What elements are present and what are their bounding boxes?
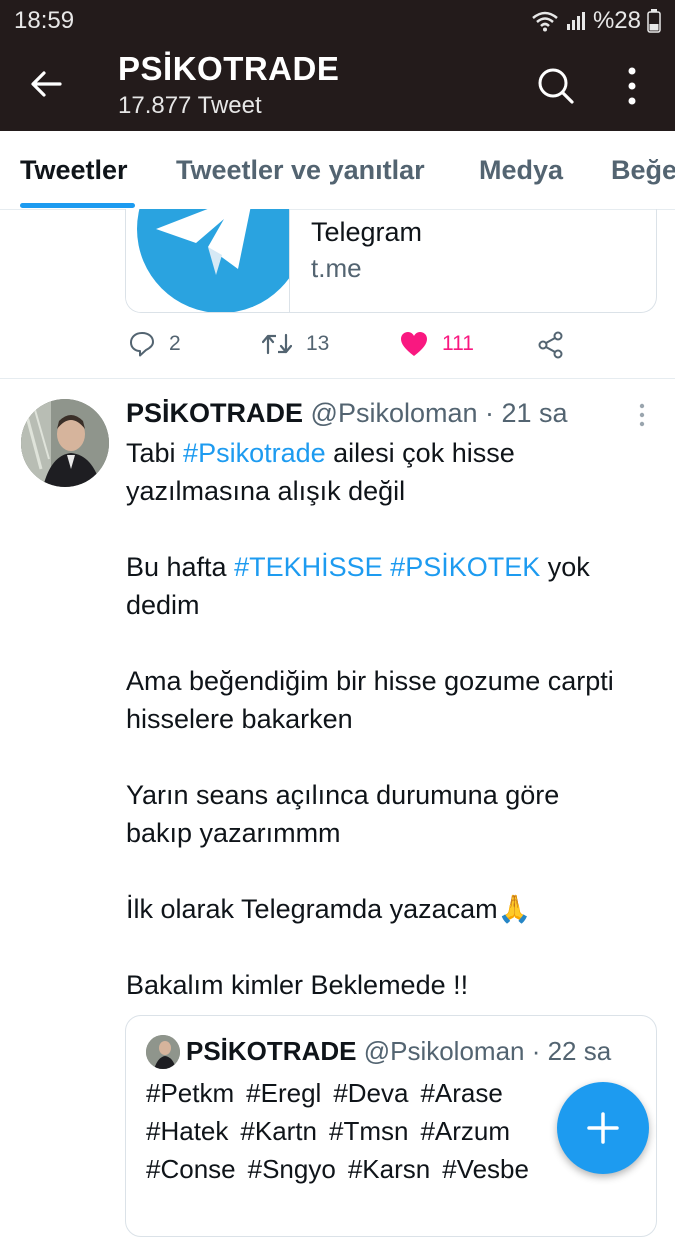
tweet-line: bakıp yazarımmm [126,818,341,848]
more-vert-icon[interactable] [638,403,646,427]
quote-hashtag: #Conse [146,1154,236,1184]
text-span: yok [540,552,590,582]
tweet-header: PSİKOTRADE @Psikoloman · 21 sa [126,398,568,429]
quote-hashtag: #Sngyo [247,1154,336,1184]
text-span: Tabi [126,438,184,468]
text-span: Bu hafta [126,552,235,582]
battery-icon [647,9,661,33]
back-arrow-icon[interactable] [26,64,66,104]
tweet-line: Ama beğendiğim bir hisse gozume carpti [126,666,614,696]
quote-hashtag: #Karsn [347,1154,431,1184]
telegram-logo [126,209,290,312]
tweet-line: Bu hafta #TEKHİSSE #PSİKOTEK yok [126,548,656,586]
quote-avatar [146,1035,180,1069]
hashtag-link[interactable]: #TEKHİSSE [234,552,383,582]
text-span: ailesi çok hisse [325,438,515,468]
tweet-divider [0,378,675,379]
tweet-text: Tabi #Psikotrade ailesi çok hisse yazılm… [126,434,656,1004]
reply-count: 2 [169,332,181,355]
more-vert-icon[interactable] [622,64,642,108]
quote-hashtag: #Arzum [420,1116,511,1146]
reply-icon [130,332,154,357]
page-title: PSİKOTRADE [118,50,340,87]
tweet-line: yazılmasına alışık değil [126,476,406,506]
quote-hashtag: #Deva [333,1078,409,1108]
card-domain: t.me [311,253,362,283]
battery-percent: %28 [592,7,641,34]
quote-hashtag: #Hatek [146,1116,229,1146]
quote-hashtag: #Vesbe [442,1154,529,1184]
quote-author-name: PSİKOTRADE [186,1036,357,1066]
tweet-line: Yarın seans açılınca durumuna göre [126,780,560,810]
share-action[interactable] [537,331,565,359]
tweet-meta: @Psikoloman · 21 sa [310,398,568,428]
status-bar: 18:59 %28 [0,0,675,42]
tweet-line: hisselere bakarken [126,704,353,734]
profile-tabs: Tweetler Tweetler ve yanıtlar Medya Beğe [0,131,675,210]
tweet-actions: 2 13 111 [0,325,675,369]
heart-icon [401,332,427,356]
reply-action[interactable]: 2 [129,331,181,357]
avatar[interactable] [21,399,109,487]
tweet-author-name[interactable]: PSİKOTRADE [126,398,303,428]
card-title: Telegram [311,217,423,247]
tab-media[interactable]: Medya [479,155,563,186]
quote-hashtag: #Petkm [146,1078,235,1108]
like-count: 111 [442,332,474,355]
active-tab-indicator [20,203,135,208]
quote-hashtag: #Tmsn [329,1116,409,1146]
compose-plus-icon [587,1112,619,1144]
tweet-line: Tabi #Psikotrade ailesi çok hisse [126,434,656,472]
tweet-count: 17.877 Tweet [118,92,262,119]
tweet-line: Bakalım kimler Beklemede !! [126,970,469,1000]
profile-header: PSİKOTRADE 17.877 Tweet [0,42,675,131]
wifi-icon [532,11,558,32]
quote-header: PSİKOTRADE @Psikoloman · 22 sa [186,1036,611,1067]
tab-tweets[interactable]: Tweetler [20,155,128,186]
share-icon [538,331,563,359]
status-time: 18:59 [14,7,75,34]
quote-hashtag: #Arase [420,1078,503,1108]
signal-icon [566,12,585,30]
tweet-line: İlk olarak Telegramda yazacam🙏 [126,894,532,924]
search-icon[interactable] [536,66,576,106]
like-action[interactable]: 111 [400,331,474,357]
retweet-action[interactable]: 13 [262,331,329,357]
quote-hashtag: #Eregl [246,1078,322,1108]
link-card[interactable]: Telegram t.me [125,209,657,313]
tweet-line: dedim [126,590,200,620]
retweet-icon [262,333,292,355]
compose-button[interactable] [557,1082,649,1174]
quote-hashtag: #Kartn [240,1116,317,1146]
retweet-count: 13 [306,332,330,355]
hashtag-link[interactable]: #PSİKOTEK [390,552,540,582]
quote-meta: @Psikoloman · 22 sa [363,1036,612,1066]
hashtag-link[interactable]: #Psikotrade [183,438,326,468]
tab-tweets-and-replies[interactable]: Tweetler ve yanıtlar [176,155,425,186]
status-right: %28 [531,7,661,35]
tab-likes[interactable]: Beğe [611,155,675,186]
